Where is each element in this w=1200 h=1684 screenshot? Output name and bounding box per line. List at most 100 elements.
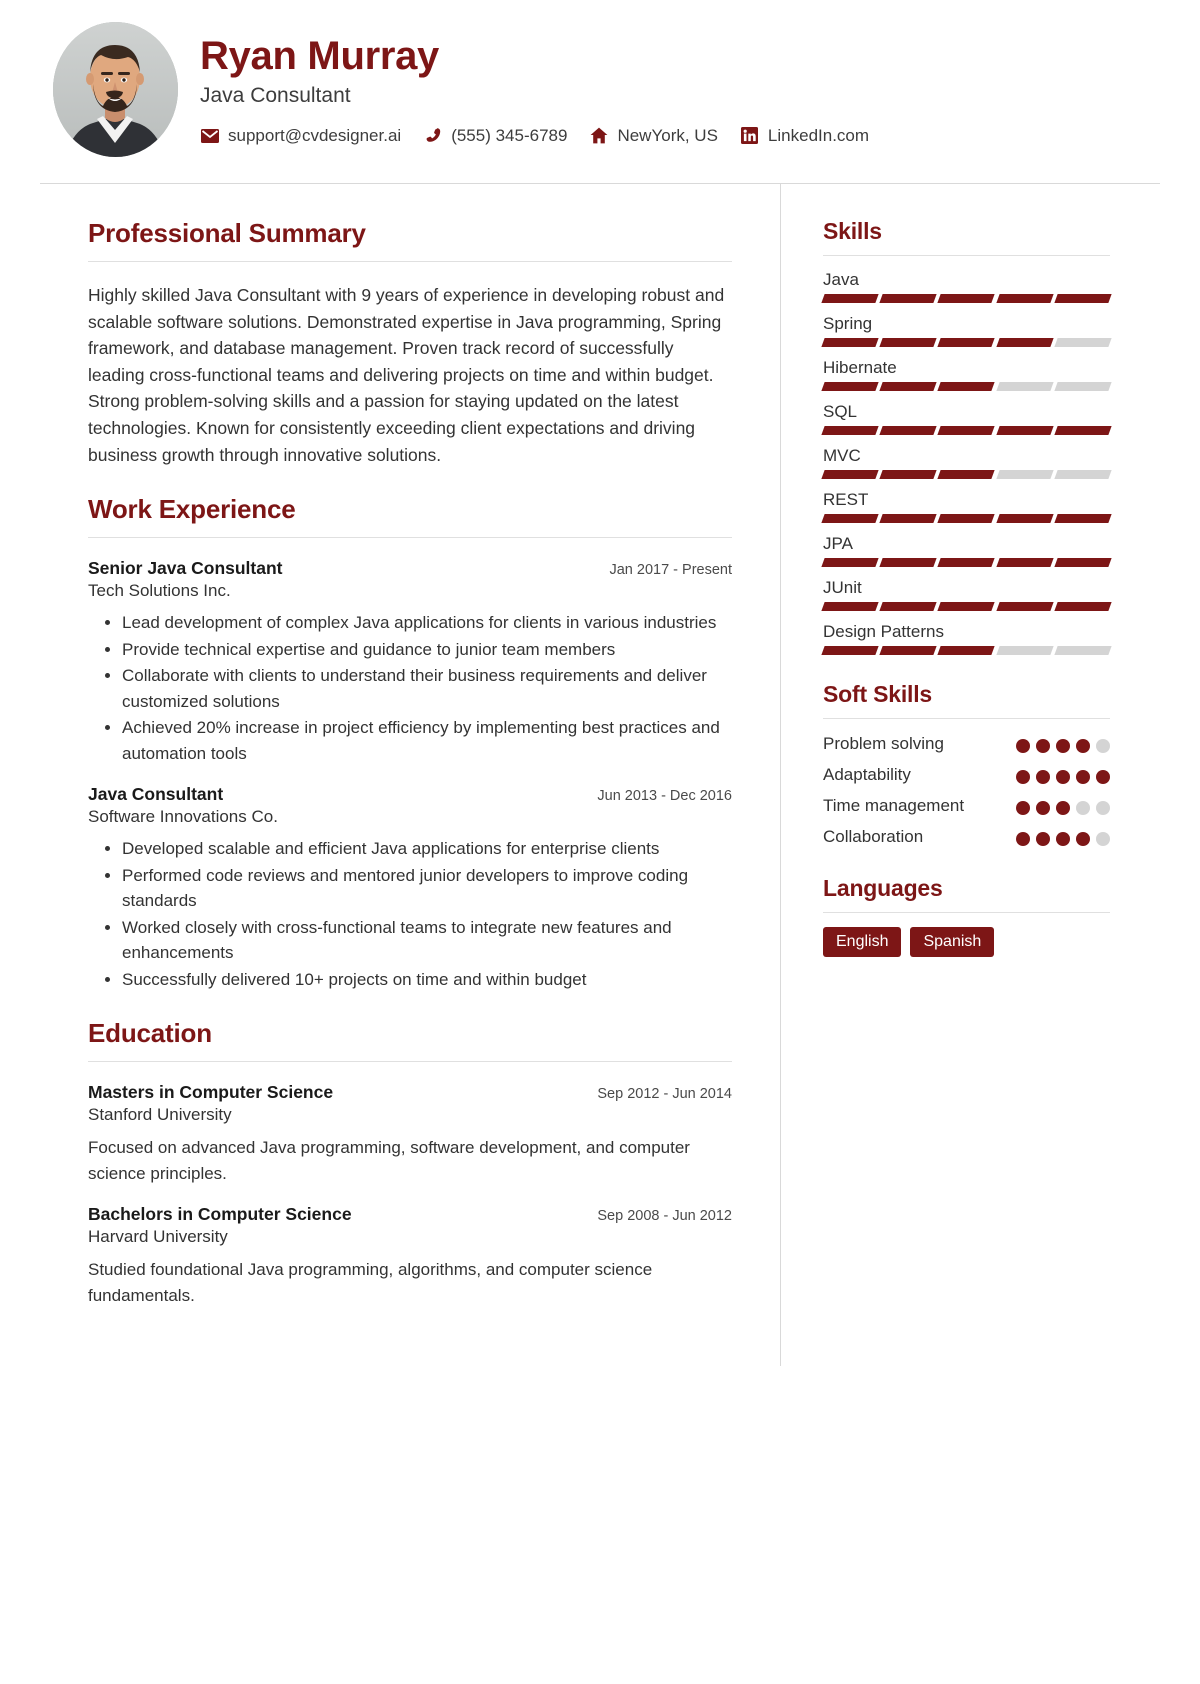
- work-entry-role: Java Consultant: [88, 784, 224, 805]
- page-title: Ryan Murray: [200, 33, 440, 78]
- skill-segment: [1054, 602, 1112, 611]
- work-entry-org: Software Innovations Co.: [88, 807, 278, 827]
- work-entry-head: Senior Java Consultant Jan 2017 - Presen…: [88, 558, 732, 579]
- skill-segment: [879, 646, 938, 655]
- skill-name: JUnit: [823, 578, 862, 597]
- profile-photo-illustration: [52, 22, 178, 157]
- rating-dot: [1036, 800, 1050, 815]
- skill-segment: [1054, 426, 1112, 435]
- rating-dot: [1056, 800, 1070, 815]
- skill-name: Design Patterns: [823, 622, 944, 641]
- skill-segment: [821, 470, 879, 479]
- work-entry-date: Jun 2013 - Dec 2016: [597, 788, 732, 805]
- rating-dot: [1096, 769, 1110, 784]
- work-entry-date: Jan 2017 - Present: [609, 562, 732, 579]
- contact-location[interactable]: NewYork, US: [589, 126, 718, 146]
- work-entry: Java Consultant Jun 2013 - Dec 2016 Soft…: [88, 784, 732, 992]
- soft-skill-row: Problem solving: [823, 733, 1110, 756]
- resume-body: Professional Summary Highly skilled Java…: [40, 184, 1160, 1367]
- skill-segment: [879, 338, 938, 347]
- resume-header: Ryan Murray Java Consultant support@cvde…: [40, 0, 1160, 184]
- skill-segment: [937, 294, 996, 303]
- skill-level-bar: [821, 470, 1112, 479]
- skill-level-bar: [821, 426, 1112, 435]
- rating-dot: [1016, 739, 1030, 753]
- rating-dot: [1056, 739, 1070, 753]
- resume-page: Ryan Murray Java Consultant support@cvde…: [40, 0, 1160, 1684]
- rating-dot: [1016, 769, 1030, 784]
- skill-level-bar: [821, 646, 1112, 655]
- list-item: Achieved 20% increase in project efficie…: [122, 715, 732, 766]
- skill-level-bar: [821, 294, 1112, 303]
- skill-segment: [821, 294, 879, 303]
- work-entry-list: Senior Java Consultant Jan 2017 - Presen…: [88, 558, 732, 992]
- skill-segment: [1054, 558, 1112, 567]
- skill-segment: [1054, 470, 1112, 479]
- skill-row: SQL: [821, 402, 1112, 435]
- header-text: Ryan Murray Java Consultant support@cvde…: [190, 34, 1160, 146]
- skill-segment: [995, 646, 1054, 655]
- education-entry-degree: Bachelors in Computer Science: [88, 1204, 352, 1225]
- skill-segment: [995, 470, 1054, 479]
- skill-segment: [1054, 646, 1112, 655]
- list-item: Lead development of complex Java applica…: [122, 610, 732, 636]
- skill-segment: [1054, 382, 1112, 391]
- skill-segment: [879, 382, 938, 391]
- language-tag: Spanish: [910, 926, 995, 958]
- skill-segment: [821, 382, 879, 391]
- skill-segment: [1054, 338, 1112, 347]
- skill-segment: [879, 514, 938, 523]
- skill-segment: [821, 602, 879, 611]
- contact-email[interactable]: support@cvdesigner.ai: [200, 126, 401, 146]
- rating-dot: [1036, 739, 1050, 753]
- skill-name: Java: [823, 270, 859, 289]
- contact-row: support@cvdesigner.ai (555) 345-6789 New…: [200, 126, 1160, 146]
- skill-segment: [879, 558, 938, 567]
- section-title-skills: Skills: [823, 218, 882, 244]
- section-title-summary: Professional Summary: [88, 218, 366, 248]
- soft-skill-rating: [1016, 764, 1110, 784]
- skill-level-bar: [821, 602, 1112, 611]
- rating-dot: [1056, 769, 1070, 784]
- languages-list: English Spanish: [823, 926, 1110, 958]
- skill-row: JUnit: [821, 578, 1112, 611]
- home-icon: [589, 126, 609, 146]
- skill-segment: [937, 558, 996, 567]
- education-entry-head: Masters in Computer Science Sep 2012 - J…: [88, 1082, 732, 1103]
- rating-dot: [1096, 800, 1110, 815]
- skill-segment: [995, 558, 1054, 567]
- skill-segment: [995, 514, 1054, 523]
- skill-row: Design Patterns: [821, 622, 1112, 655]
- section-divider: [823, 255, 1110, 256]
- skill-name: JPA: [823, 534, 853, 553]
- work-entry: Senior Java Consultant Jan 2017 - Presen…: [88, 558, 732, 766]
- skill-segment: [821, 558, 879, 567]
- education-entry-date: Sep 2008 - Jun 2012: [597, 1208, 732, 1225]
- skill-segment: [879, 426, 938, 435]
- contact-linkedin[interactable]: LinkedIn.com: [740, 126, 869, 146]
- skills-list: Java Spring Hibernate SQL MVC REST JPA J…: [821, 270, 1112, 655]
- contact-phone[interactable]: (555) 345-6789: [423, 126, 567, 146]
- education-entry-description: Studied foundational Java programming, a…: [88, 1260, 653, 1305]
- skill-segment: [879, 602, 938, 611]
- work-entry-bullets: Developed scalable and efficient Java ap…: [88, 836, 732, 992]
- sidebar-column: Skills Java Spring Hibernate SQL MVC RES…: [780, 184, 1160, 1367]
- skill-segment: [995, 382, 1054, 391]
- skill-row: Spring: [821, 314, 1112, 347]
- soft-skill-name: Adaptability: [823, 764, 911, 784]
- skill-row: REST: [821, 490, 1112, 523]
- rating-dot: [1076, 769, 1090, 784]
- skill-segment: [937, 514, 996, 523]
- section-title-education: Education: [88, 1018, 212, 1049]
- education-entry-school: Harvard University: [88, 1227, 228, 1247]
- contact-linkedin-label: LinkedIn.com: [767, 125, 870, 145]
- section-title-languages: Languages: [823, 874, 943, 901]
- skill-segment: [821, 646, 879, 655]
- summary-text: Highly skilled Java Consultant with 9 ye…: [88, 285, 725, 465]
- linkedin-icon: [740, 126, 760, 146]
- education-entry: Bachelors in Computer Science Sep 2008 -…: [88, 1204, 732, 1308]
- section-languages: Languages English Spanish: [823, 875, 1110, 958]
- rating-dot: [1016, 831, 1030, 846]
- education-entry-date: Sep 2012 - Jun 2014: [597, 1086, 732, 1103]
- section-soft-skills: Soft Skills Problem solving Adaptability…: [823, 681, 1110, 849]
